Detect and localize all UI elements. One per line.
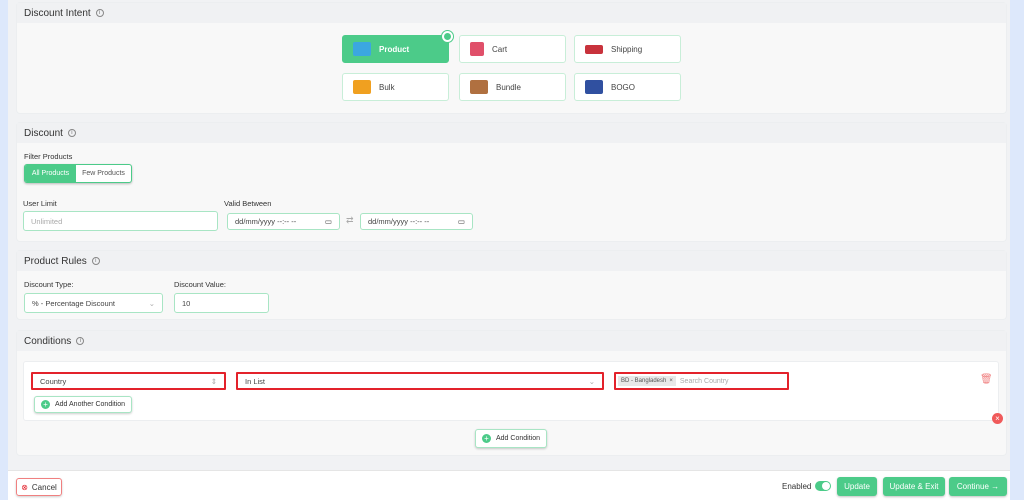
chevron-down-icon: ⌄	[148, 298, 155, 308]
intent-bulk[interactable]: Bulk	[342, 73, 449, 101]
intent-shipping[interactable]: Shipping	[574, 35, 681, 63]
page: Discount Intent i Product Cart Shipping B…	[8, 0, 1010, 500]
add-another-condition-button[interactable]: + Add Another Condition	[34, 396, 133, 413]
button-label: Add Another Condition	[55, 401, 126, 408]
footer-bar: ⊗ Cancel Enabled Update Update & Exit Con…	[8, 470, 1010, 500]
chevron-down-icon: ⌄	[588, 376, 595, 386]
plus-icon: +	[41, 400, 50, 409]
update-exit-button[interactable]: Update & Exit	[883, 477, 945, 496]
valid-between-label: Valid Between	[224, 199, 272, 208]
info-icon[interactable]: i	[95, 9, 104, 17]
continue-button[interactable]: Continue →	[949, 477, 1007, 496]
boxes-icon	[353, 80, 371, 94]
trash-icon[interactable]: 🗑	[980, 374, 993, 385]
plus-icon: +	[482, 434, 491, 443]
bundle-icon	[470, 80, 488, 94]
swap-icon: ⇄	[346, 215, 354, 225]
select-value: In List	[245, 376, 266, 386]
button-label: Add Condition	[496, 435, 540, 442]
close-icon[interactable]: ×	[992, 413, 1003, 424]
enabled-label: Enabled	[782, 482, 812, 491]
info-icon[interactable]: i	[76, 337, 85, 345]
discount-type-label: Discount Type:	[24, 280, 74, 289]
discount-value-label: Discount Value:	[174, 280, 226, 289]
cancel-icon: ⊗	[21, 482, 28, 492]
intent-bogo[interactable]: BOGO	[574, 73, 681, 101]
discount-type-select[interactable]: % - Percentage Discount ⌄	[24, 293, 163, 313]
calendar-icon[interactable]: ▭	[325, 217, 332, 226]
update-button[interactable]: Update	[837, 477, 877, 496]
filter-label: Filter Products	[24, 152, 73, 161]
section-title: Product Rules	[24, 255, 87, 267]
condition-operator-select[interactable]: In List ⌄	[236, 372, 604, 390]
user-limit-label: User Limit	[23, 199, 57, 208]
filter-all-products[interactable]: All Products	[25, 165, 76, 182]
country-tag: BD - Bangladesh ×	[618, 376, 676, 386]
intent-label: Bundle	[496, 82, 521, 92]
tag-label: BD - Bangladesh	[621, 378, 667, 384]
filter-toggle: All Products Few Products	[24, 164, 132, 183]
info-icon[interactable]: i	[67, 129, 76, 137]
intent-label: Product	[379, 44, 410, 54]
product-rules-section: Product Rules i Discount Type: % - Percen…	[16, 250, 1007, 320]
date-text: dd/mm/yyyy --:-- --	[368, 217, 430, 226]
intent-bundle[interactable]: Bundle	[459, 73, 566, 101]
sort-icon: ⇕	[210, 376, 217, 386]
truck-icon	[585, 44, 603, 54]
intent-label: Shipping	[611, 44, 643, 54]
user-limit-input[interactable]: Unlimited	[23, 211, 218, 231]
select-value: Country	[40, 376, 67, 386]
date-text: dd/mm/yyyy --:-- --	[235, 217, 297, 226]
select-value: % - Percentage Discount	[32, 298, 115, 308]
search-country-input[interactable]: Search Country	[680, 378, 729, 385]
section-title: Discount Intent	[24, 7, 91, 19]
condition-row: Country ⇕ In List ⌄ BD - Bangladesh × Searc…	[23, 361, 999, 421]
button-label: Cancel	[31, 482, 57, 492]
check-icon	[442, 31, 453, 42]
intent-cart[interactable]: Cart	[459, 35, 566, 63]
box-icon	[353, 42, 371, 56]
bogo-icon	[585, 80, 603, 94]
calendar-icon[interactable]: ▭	[458, 217, 465, 226]
intent-label: BOGO	[611, 82, 636, 92]
info-icon[interactable]: i	[91, 257, 100, 265]
conditions-section: Conditions i Country ⇕ In List ⌄ BD - Bangl…	[16, 330, 1007, 456]
country-multiselect[interactable]: BD - Bangladesh × Search Country	[614, 372, 789, 390]
discount-value-input[interactable]: 10	[174, 293, 269, 313]
section-title: Conditions	[24, 335, 72, 347]
condition-field-select[interactable]: Country ⇕	[31, 372, 226, 390]
valid-from-input[interactable]: dd/mm/yyyy --:-- -- ▭	[227, 213, 340, 230]
intent-label: Cart	[492, 44, 508, 54]
cancel-button[interactable]: ⊗ Cancel	[16, 478, 62, 496]
cart-icon	[470, 42, 484, 56]
intent-label: Bulk	[379, 82, 395, 92]
filter-few-products[interactable]: Few Products	[76, 165, 131, 182]
discount-section: Discount i Filter Products All Products F…	[16, 122, 1007, 242]
section-title: Discount	[24, 127, 63, 139]
remove-tag-icon[interactable]: ×	[669, 378, 673, 384]
discount-intent-section: Discount Intent i Product Cart Shipping B…	[16, 2, 1007, 114]
add-condition-button[interactable]: + Add Condition	[475, 429, 547, 448]
intent-product[interactable]: Product	[342, 31, 453, 63]
enabled-toggle[interactable]	[815, 481, 831, 491]
valid-to-input[interactable]: dd/mm/yyyy --:-- -- ▭	[360, 213, 473, 230]
